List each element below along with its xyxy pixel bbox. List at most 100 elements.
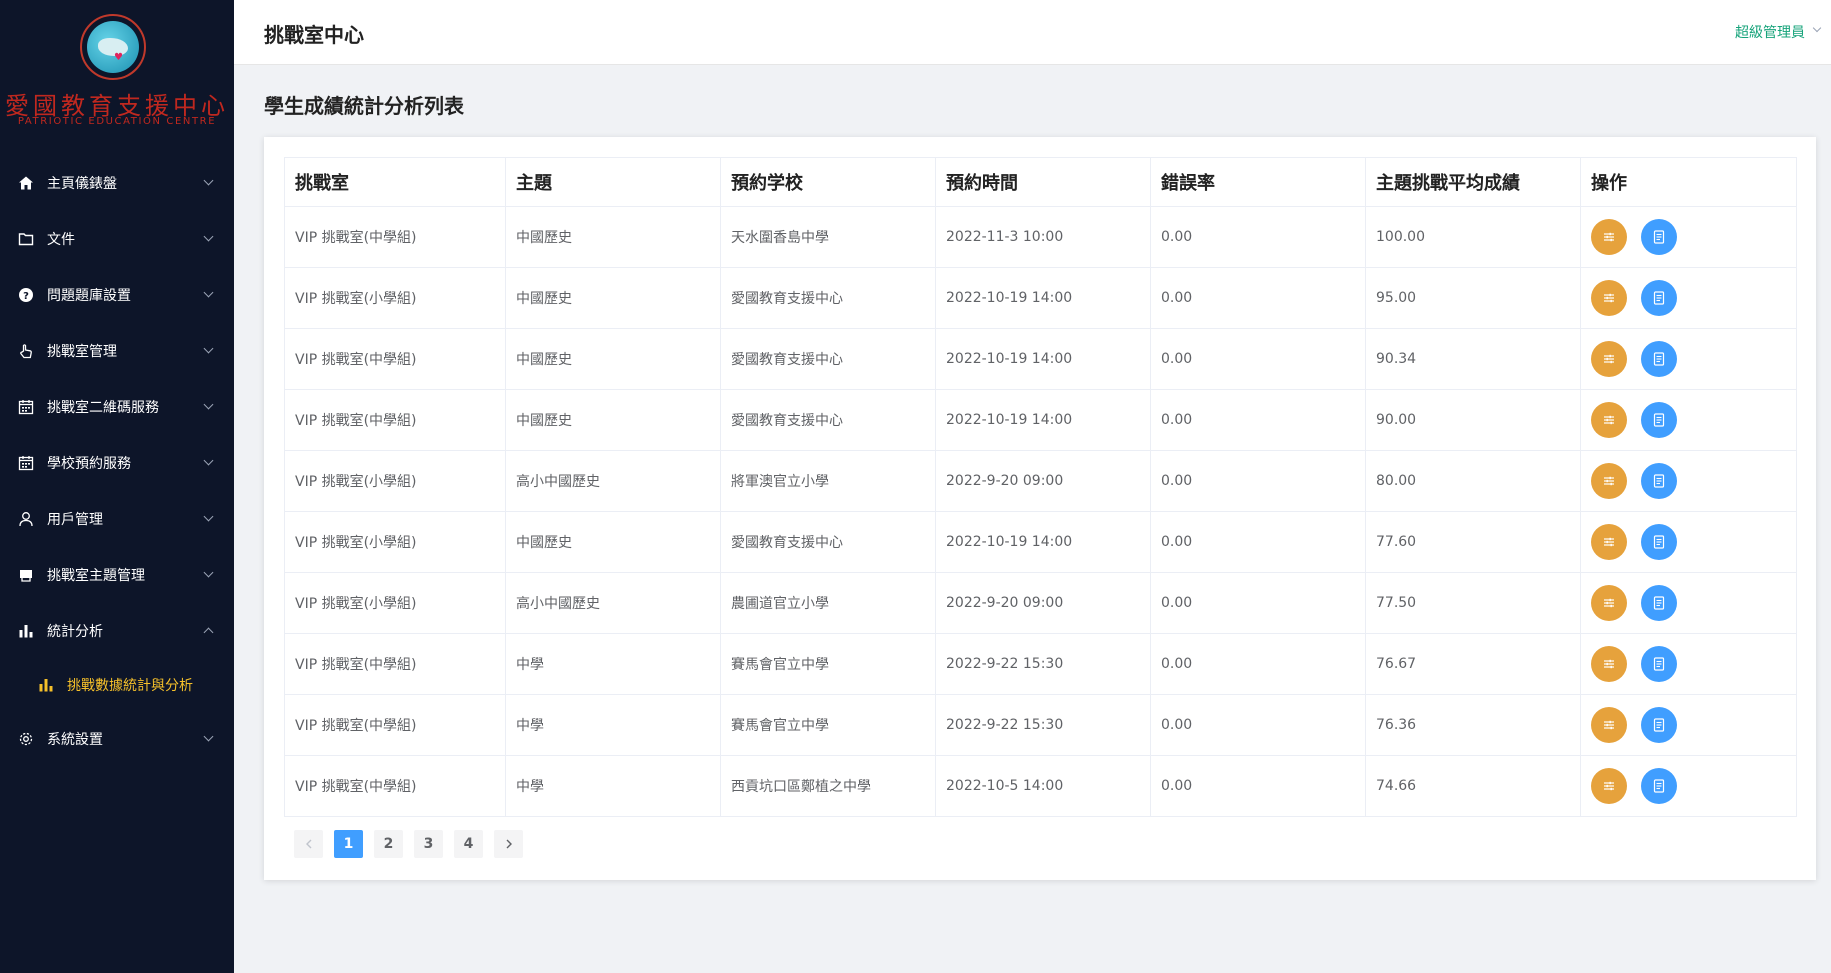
folder-icon — [18, 231, 34, 247]
chevron-down-icon[interactable] — [1812, 23, 1822, 33]
actions-cell — [1580, 450, 1797, 512]
sidebar-item-label: 挑戰室主題管理 — [47, 568, 145, 584]
table-cell: 0.00 — [1150, 389, 1366, 451]
svg-text:?: ? — [23, 291, 29, 302]
settings-button[interactable] — [1591, 341, 1627, 377]
document-icon — [1653, 535, 1665, 549]
settings-button[interactable] — [1591, 707, 1627, 743]
settings-button[interactable] — [1591, 646, 1627, 682]
sidebar-subitem-challenge-statistics[interactable]: 挑戰數據統計與分析 — [0, 659, 234, 711]
logo[interactable]: ♥ 愛國教育支援中心 PATRIOTIC EDUCATION CENTRE — [0, 0, 234, 140]
view-report-button[interactable] — [1641, 707, 1677, 743]
view-report-button[interactable] — [1641, 768, 1677, 804]
sidebar-item-dashboard[interactable]: 主頁儀錶盤 — [0, 155, 234, 211]
table-cell: 中國歷史 — [505, 206, 721, 268]
sidebar-item-school-booking[interactable]: 學校預約服務 — [0, 435, 234, 491]
prev-page-button[interactable] — [294, 830, 323, 858]
chevron-up-icon — [203, 627, 214, 638]
table-cell: 76.36 — [1365, 694, 1581, 756]
calendar-icon — [18, 455, 34, 471]
table-cell: 2022-10-19 14:00 — [935, 511, 1151, 573]
sliders-icon — [1603, 597, 1615, 609]
view-report-button[interactable] — [1641, 402, 1677, 438]
sidebar-item-label: 主頁儀錶盤 — [47, 176, 117, 192]
settings-button[interactable] — [1591, 585, 1627, 621]
table-cell: 2022-9-22 15:30 — [935, 633, 1151, 695]
view-report-button[interactable] — [1641, 280, 1677, 316]
heart-icon: ♥ — [114, 52, 123, 63]
settings-button[interactable] — [1591, 524, 1627, 560]
sliders-icon — [1603, 536, 1615, 548]
settings-button[interactable] — [1591, 463, 1627, 499]
table-cell: 西貢坑口區鄭植之中學 — [720, 755, 936, 817]
table-cell: 77.60 — [1365, 511, 1581, 573]
table-cell: VIP 挑戰室(小學組) — [284, 572, 506, 634]
page-button[interactable]: 3 — [414, 830, 443, 858]
view-report-button[interactable] — [1641, 524, 1677, 560]
sidebar-item-label: 學校預約服務 — [47, 456, 131, 472]
sliders-icon — [1603, 292, 1615, 304]
settings-button[interactable] — [1591, 402, 1627, 438]
user-menu[interactable]: 超級管理員 — [1735, 22, 1805, 42]
table-cell: 2022-10-19 14:00 — [935, 267, 1151, 329]
chevron-down-icon — [203, 567, 214, 578]
sidebar-item-system-settings[interactable]: 系統設置 — [0, 711, 234, 767]
sidebar-item-qrcode-service[interactable]: 挑戰室二維碼服務 — [0, 379, 234, 435]
table-row: VIP 挑戰室(中學組) 中國歷史 愛國教育支援中心 2022-10-19 14:00… — [284, 389, 1797, 451]
actions-cell — [1580, 755, 1797, 817]
table-cell: 賽馬會官立中學 — [720, 633, 936, 695]
table-cell: 高小中國歷史 — [505, 450, 721, 512]
table-row: VIP 挑戰室(小學組) 中國歷史 愛國教育支援中心 2022-10-19 14:00… — [284, 511, 1797, 573]
sidebar-item-room-management[interactable]: 挑戰室管理 — [0, 323, 234, 379]
table-row: VIP 挑戰室(中學組) 中國歷史 天水圍香島中學 2022-11-3 10:00 0.… — [284, 206, 1797, 268]
table-cell: VIP 挑戰室(中學組) — [284, 206, 506, 268]
column-header: 操作 — [1580, 157, 1797, 207]
sidebar-item-statistics[interactable]: 統計分析 — [0, 603, 234, 659]
sliders-icon — [1603, 719, 1615, 731]
home-icon — [18, 175, 34, 191]
table-cell: VIP 挑戰室(中學組) — [284, 755, 506, 817]
actions-cell — [1580, 694, 1797, 756]
sidebar-item-label: 問題題庫設置 — [47, 288, 131, 304]
table-cell: 2022-10-5 14:00 — [935, 755, 1151, 817]
sidebar-item-label: 統計分析 — [47, 624, 103, 640]
table-cell: 愛國教育支援中心 — [720, 328, 936, 390]
table-cell: 0.00 — [1150, 328, 1366, 390]
settings-button[interactable] — [1591, 280, 1627, 316]
table-cell: VIP 挑戰室(中學組) — [284, 389, 506, 451]
chevron-down-icon — [203, 175, 214, 186]
table-cell: 95.00 — [1365, 267, 1581, 329]
table-cell: 90.00 — [1365, 389, 1581, 451]
content-card: 挑戰室 主題 預約学校 預約時間 錯誤率 主題挑戰平均成績 操作 VIP 挑戰室… — [264, 137, 1816, 880]
view-report-button[interactable] — [1641, 219, 1677, 255]
table-cell: 2022-10-19 14:00 — [935, 389, 1151, 451]
table-cell: VIP 挑戰室(小學組) — [284, 450, 506, 512]
settings-button[interactable] — [1591, 219, 1627, 255]
chevron-down-icon — [203, 511, 214, 522]
settings-button[interactable] — [1591, 768, 1627, 804]
sliders-icon — [1603, 780, 1615, 792]
table-cell: VIP 挑戰室(中學組) — [284, 694, 506, 756]
document-icon — [1653, 230, 1665, 244]
page-button[interactable]: 4 — [454, 830, 483, 858]
sidebar-item-label: 挑戰室二維碼服務 — [47, 400, 159, 416]
view-report-button[interactable] — [1641, 585, 1677, 621]
page-button[interactable]: 2 — [374, 830, 403, 858]
sidebar-item-label: 挑戰室管理 — [47, 344, 117, 360]
view-report-button[interactable] — [1641, 341, 1677, 377]
sidebar-item-user-management[interactable]: 用戶管理 — [0, 491, 234, 547]
page-button[interactable]: 1 — [334, 830, 363, 858]
table-cell: 2022-10-19 14:00 — [935, 328, 1151, 390]
next-page-button[interactable] — [494, 830, 523, 858]
sidebar-item-files[interactable]: 文件 — [0, 211, 234, 267]
sidebar-item-theme-management[interactable]: 挑戰室主題管理 — [0, 547, 234, 603]
view-report-button[interactable] — [1641, 463, 1677, 499]
sliders-icon — [1603, 353, 1615, 365]
chevron-down-icon — [203, 287, 214, 298]
table-cell: 0.00 — [1150, 267, 1366, 329]
sidebar-item-label: 系統設置 — [47, 732, 103, 748]
table-cell: VIP 挑戰室(小學組) — [284, 511, 506, 573]
table-cell: 90.34 — [1365, 328, 1581, 390]
view-report-button[interactable] — [1641, 646, 1677, 682]
sidebar-item-question-bank[interactable]: ? 問題題庫設置 — [0, 267, 234, 323]
